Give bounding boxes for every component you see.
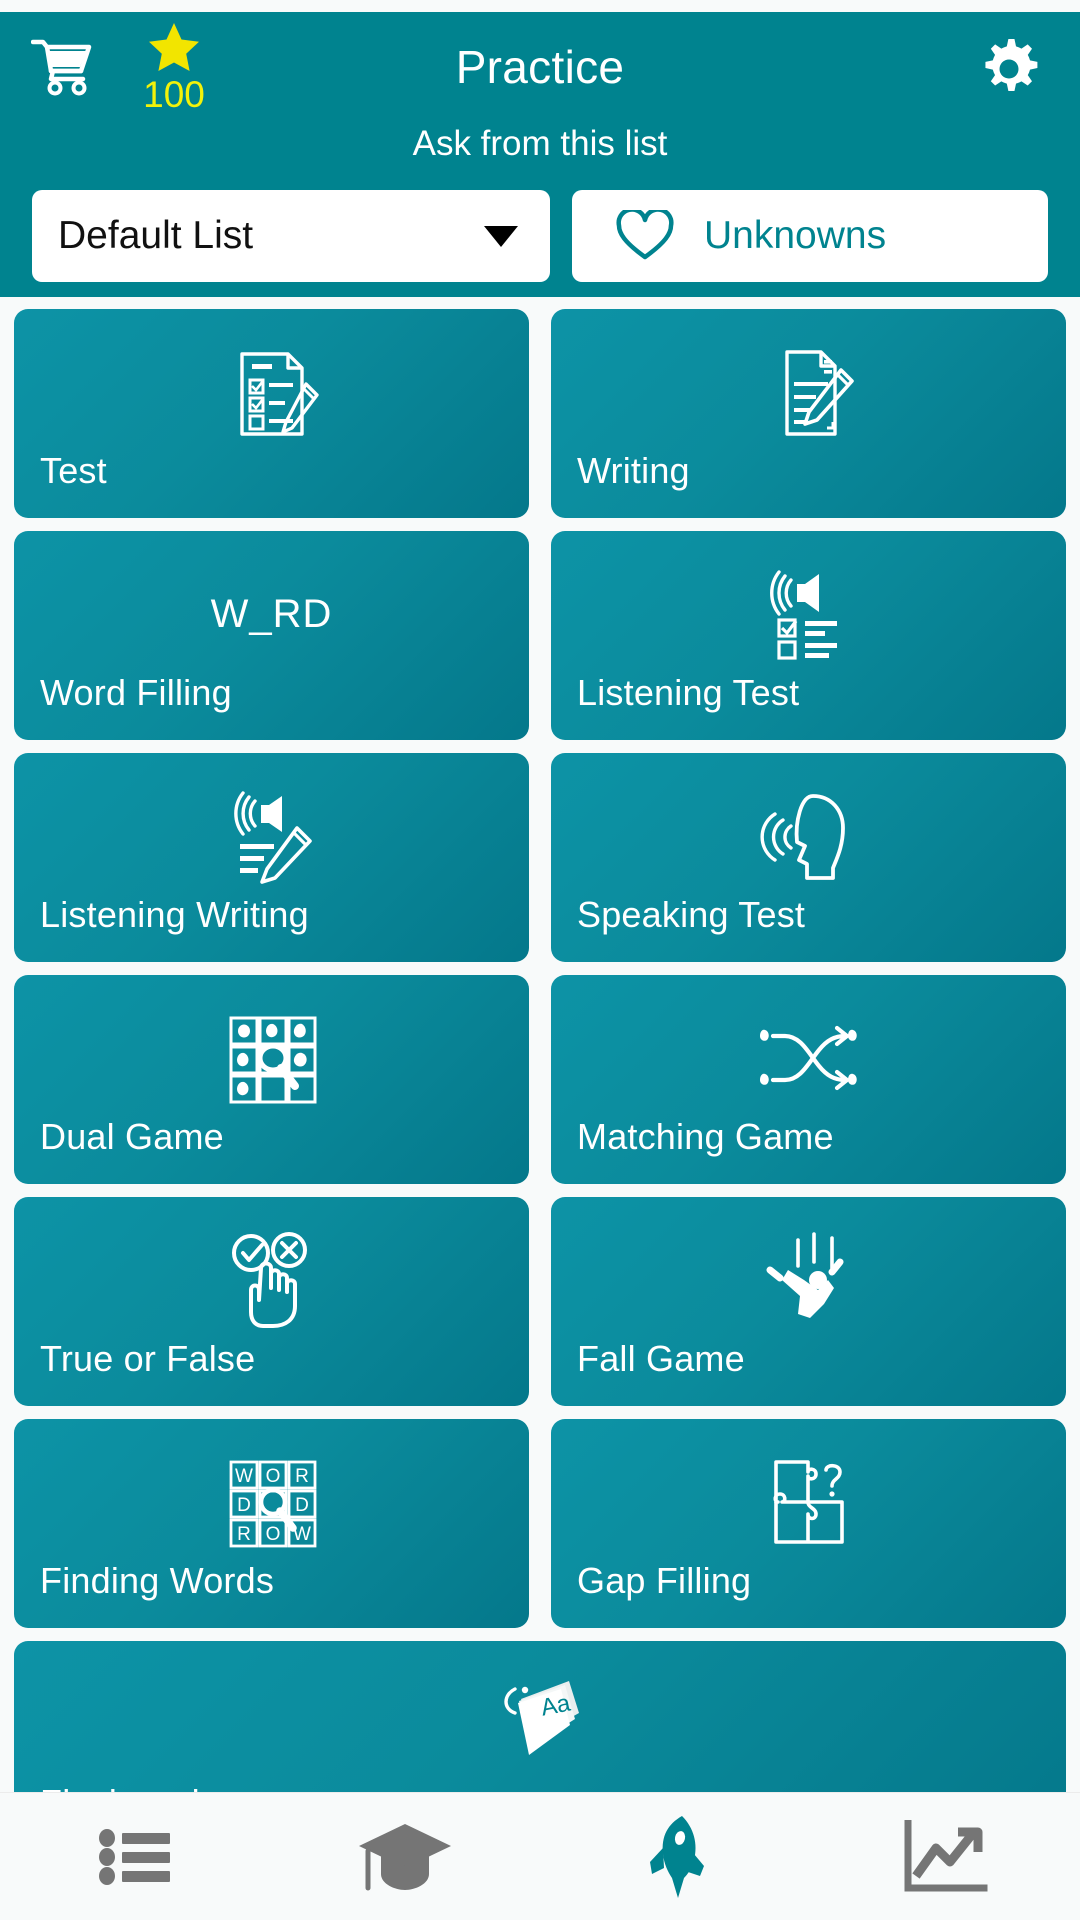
heart-icon	[616, 210, 674, 262]
star-icon	[146, 21, 202, 75]
tile-label: Writing	[577, 450, 690, 491]
tile-flashcard[interactable]: Aa Flashcard	[14, 1641, 1066, 1792]
bottom-navigation	[0, 1792, 1080, 1920]
svg-text:O: O	[265, 1524, 280, 1545]
tile-word-filling[interactable]: W_RD Word Filling	[14, 531, 529, 740]
shopping-cart-icon	[31, 37, 95, 97]
list-selector-row: Default List Unknowns	[18, 190, 1062, 282]
tile-label: True or False	[40, 1338, 256, 1379]
tile-label: Dual Game	[40, 1116, 224, 1157]
tile-label: Listening Test	[577, 672, 800, 713]
header-subtitle: Ask from this list	[412, 124, 668, 163]
grid-row: Aa Flashcard	[14, 1641, 1066, 1792]
tile-listening-test[interactable]: Listening Test	[551, 531, 1066, 740]
nav-item-statistics[interactable]	[810, 1793, 1080, 1920]
svg-text:O: O	[265, 1466, 280, 1487]
svg-text:W: W	[235, 1466, 253, 1487]
tile-label: Fall Game	[577, 1338, 745, 1379]
star-points[interactable]: 100	[128, 21, 220, 113]
tile-gap-filling[interactable]: Gap Filling	[551, 1419, 1066, 1628]
tile-label: Listening Writing	[40, 894, 309, 935]
rocket-icon	[642, 1814, 708, 1900]
w-rd-text-icon: W_RD	[14, 561, 529, 667]
app-header: 100 Practice Ask from this list Default …	[0, 12, 1080, 297]
flashcard-icon: Aa	[14, 1671, 1066, 1777]
nav-item-lists[interactable]	[0, 1793, 270, 1920]
svg-text:Aa: Aa	[539, 1689, 574, 1721]
unknowns-label: Unknowns	[704, 214, 887, 257]
grid-row: Test Writing	[14, 309, 1066, 518]
tile-listening-writing[interactable]: Listening Writing	[14, 753, 529, 962]
tile-label: Finding Words	[40, 1560, 275, 1601]
puzzle-question-icon	[551, 1449, 1066, 1555]
practice-modes-grid: Test Writing W_RD Word Filling Listening…	[0, 297, 1080, 1792]
tile-label: Word Filling	[40, 672, 232, 713]
tile-label: Test	[40, 450, 107, 491]
speaking-head-icon	[551, 783, 1066, 889]
falling-person-icon	[551, 1227, 1066, 1333]
star-count-label: 100	[143, 74, 205, 115]
tile-test[interactable]: Test	[14, 309, 529, 518]
speaker-checklist-icon	[551, 561, 1066, 667]
checklist-pencil-icon	[14, 339, 529, 445]
grid-row: True or False Fall Game	[14, 1197, 1066, 1406]
word-search-grid-icon: W O R D D R O W	[14, 1449, 529, 1555]
grid-row: W_RD Word Filling Listening Test	[14, 531, 1066, 740]
tile-label: Flashcard	[40, 1782, 200, 1792]
tile-speaking-test[interactable]: Speaking Test	[551, 753, 1066, 962]
grid-row: Listening Writing Speaking Test	[14, 753, 1066, 962]
tile-matching-game[interactable]: Matching Game	[551, 975, 1066, 1184]
list-dropdown[interactable]: Default List	[32, 190, 550, 282]
header-top-row: 100 Practice	[18, 12, 1062, 122]
unknowns-button[interactable]: Unknowns	[572, 190, 1048, 282]
list-dropdown-value: Default List	[58, 214, 254, 257]
svg-text:R: R	[237, 1524, 251, 1545]
tile-dual-game[interactable]: Dual Game	[14, 975, 529, 1184]
check-cross-hand-icon	[14, 1227, 529, 1333]
status-bar	[0, 0, 1080, 12]
tile-label: Speaking Test	[577, 894, 806, 935]
tile-label: Matching Game	[577, 1116, 834, 1157]
chart-trend-icon	[902, 1819, 988, 1894]
settings-button[interactable]	[972, 29, 1048, 105]
memory-grid-icon	[14, 1005, 529, 1111]
svg-text:D: D	[237, 1495, 251, 1516]
nav-item-learn[interactable]	[270, 1793, 540, 1920]
gear-icon	[979, 36, 1041, 98]
document-pencil-icon	[551, 339, 1066, 445]
matching-arrows-icon	[551, 1005, 1066, 1111]
grid-row: Dual Game Matching Game	[14, 975, 1066, 1184]
grid-row: W O R D D R O W Finding Words Gap Fillin…	[14, 1419, 1066, 1628]
graduation-cap-icon	[355, 1820, 455, 1894]
chevron-down-icon	[484, 225, 518, 247]
svg-text:D: D	[295, 1495, 309, 1516]
tile-writing[interactable]: Writing	[551, 309, 1066, 518]
word-filling-icon-text: W_RD	[210, 591, 333, 636]
practice-screen: 100 Practice Ask from this list Default …	[0, 0, 1080, 1920]
nav-item-practice[interactable]	[540, 1793, 810, 1920]
speaker-pencil-icon	[14, 783, 529, 889]
list-icon	[98, 1826, 172, 1888]
svg-text:R: R	[295, 1466, 309, 1487]
tile-true-or-false[interactable]: True or False	[14, 1197, 529, 1406]
tile-finding-words[interactable]: W O R D D R O W Finding Words	[14, 1419, 529, 1628]
shopping-cart-button[interactable]	[24, 28, 102, 106]
tile-label: Gap Filling	[577, 1560, 752, 1601]
tile-fall-game[interactable]: Fall Game	[551, 1197, 1066, 1406]
